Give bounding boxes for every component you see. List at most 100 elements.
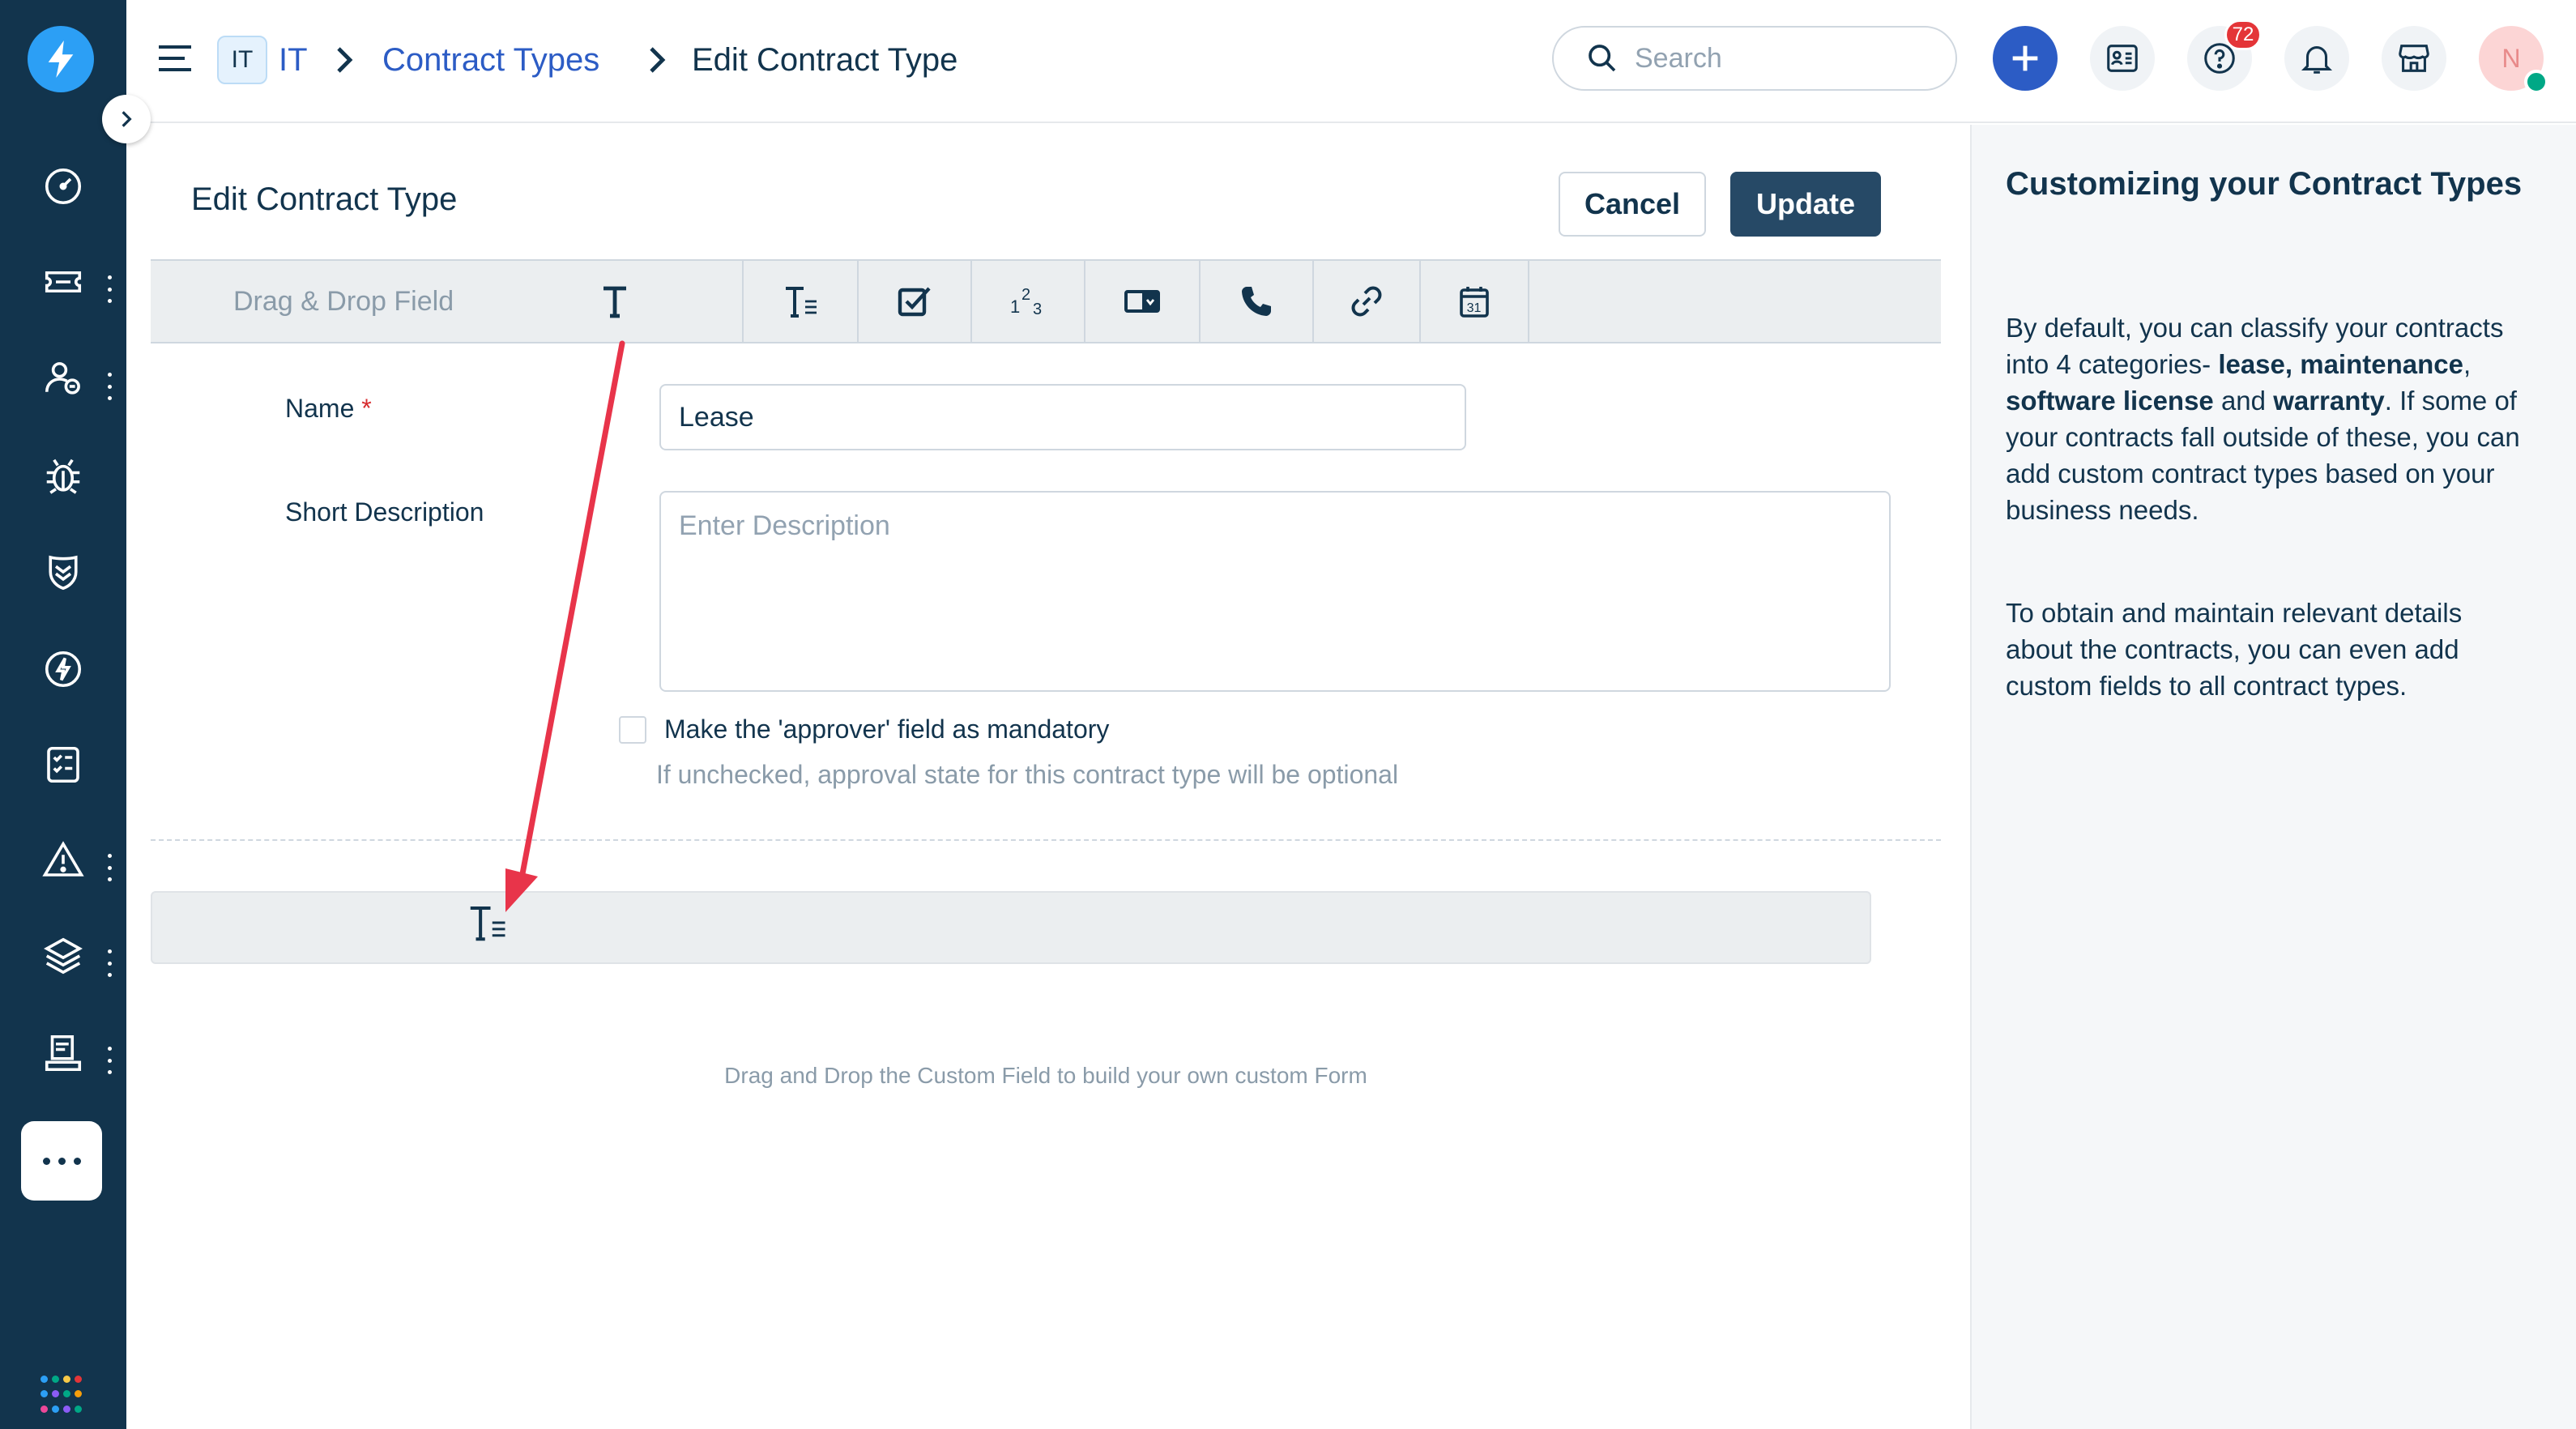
page-title: Edit Contract Type [191,181,458,217]
required-marker: * [361,394,372,423]
help-paragraph-1: By default, you can classify your contra… [2006,309,2532,528]
contact-card-icon [2107,45,2138,72]
approver-hint-text: If unchecked, approval state for this co… [656,760,1399,789]
ticket-icon [45,271,82,293]
svg-text:2: 2 [1021,286,1030,304]
breadcrumb-contract-types[interactable]: Contract Types [382,36,599,84]
chevron-right-icon [122,111,132,127]
bug-icon [46,459,80,494]
nav-tasks[interactable] [0,724,126,805]
checklist-icon [47,746,79,783]
store-icon [2399,45,2429,72]
svg-text:3: 3 [1033,301,1042,318]
help-notification-badge: 72 [2224,19,2262,50]
nav-changes[interactable] [0,531,126,612]
workspace-badge[interactable]: IT [217,36,267,84]
nav-dashboard[interactable] [0,146,126,227]
update-button[interactable]: Update [1730,172,1881,237]
more-apps-button[interactable] [21,1121,102,1201]
calendar-field-icon: 31 [1460,287,1489,318]
app-switcher-icon[interactable] [41,1376,82,1416]
users-icon [45,362,80,395]
help-bold: lease, [2218,349,2293,379]
approver-mandatory-checkbox[interactable] [619,716,646,744]
name-label-text: Name [285,394,355,423]
nav-releases[interactable] [0,629,126,710]
help-bold: warranty [2273,386,2385,416]
sidebar [0,0,151,1429]
dragged-paragraph-field-icon[interactable] [465,901,509,945]
plus-icon [2012,45,2038,71]
svg-text:1: 1 [1010,296,1020,317]
hamburger-menu-icon[interactable] [156,42,194,75]
name-input[interactable]: Lease [659,384,1466,450]
top-header: IT IT Contract Types Edit Contract Type … [126,0,2576,123]
short-description-textarea[interactable]: Enter Description [659,491,1891,692]
text-field-icon [603,286,626,318]
short-description-label: Short Description [285,497,484,527]
checkbox-field-icon [898,287,931,317]
release-bolt-icon [45,651,82,688]
search-icon [1589,45,1616,72]
url-field-item[interactable] [1314,261,1419,342]
online-status-dot [2524,70,2548,94]
paragraph-field-item[interactable] [744,261,857,342]
shield-icon [49,555,78,591]
section-divider [151,839,1941,841]
help-paragraph-2: To obtain and maintain relevant details … [2006,598,2463,701]
breadcrumb-chevron-icon [337,47,353,73]
help-text: and [2213,386,2274,416]
phone-field-item[interactable] [1201,261,1312,342]
drag-drop-label: Drag & Drop Field [233,285,454,317]
phone-field-icon [1242,287,1271,316]
sidebar-expand-button[interactable] [102,95,151,143]
lightning-logo-icon [48,41,74,78]
nav-alerts-more[interactable] [105,854,113,881]
nav-tickets-more[interactable] [105,275,113,303]
date-field-item[interactable]: 31 [1421,261,1528,342]
checkbox-field-item[interactable] [859,261,970,342]
number-field-icon: 1 2 3 [1010,286,1042,318]
svg-text:31: 31 [1467,301,1482,315]
more-dot [58,1157,66,1165]
help-bold: maintenance [2300,349,2463,379]
marketplace-button[interactable] [2382,26,2446,91]
custom-field-toolbar: Drag & Drop Field 1 2 3 31 [151,259,1941,343]
nav-requesters-more[interactable] [105,373,113,400]
dropdown-field-item[interactable] [1085,261,1199,342]
notifications-button[interactable] [2284,26,2349,91]
help-title: Customizing your Contract Types [2006,166,2523,202]
reports-book-icon [45,1034,82,1072]
user-avatar[interactable]: N [2479,26,2548,94]
dropzone-hint: Drag and Drop the Custom Field to build … [724,1063,1367,1088]
dashboard-gauge-icon [45,168,82,205]
custom-field-dropzone[interactable] [151,891,1871,964]
breadcrumb-chevron-icon [650,47,666,73]
global-search[interactable]: Search [1552,26,1957,91]
dropdown-field-icon [1124,290,1160,313]
freshservice-logo[interactable] [28,26,94,92]
breadcrumb-workspace[interactable]: IT [279,36,308,84]
more-dot [42,1157,50,1165]
cancel-button[interactable]: Cancel [1559,172,1706,237]
main-content: Edit Contract Type Cancel Update Drag & … [126,125,1970,1429]
nav-reports-more[interactable] [105,1047,113,1074]
name-label: Name * [285,394,372,424]
help-bold: software license [2006,386,2214,416]
search-placeholder: Search [1635,42,1722,74]
help-text: , [2463,349,2472,379]
text-field-item[interactable] [578,261,651,342]
approver-checkbox-label[interactable]: Make the 'approver' field as mandatory [664,714,1109,744]
nav-assets-more[interactable] [105,949,113,977]
paragraph-field-icon [786,287,817,318]
help-panel: Customizing your Contract Types By defau… [1970,125,2576,1429]
requester-directory-button[interactable] [2090,26,2155,91]
link-field-icon [1351,286,1382,317]
number-field-item[interactable]: 1 2 3 [972,261,1084,342]
nav-problems[interactable] [0,436,126,517]
layers-icon [44,937,83,975]
breadcrumb-current: Edit Contract Type [692,41,958,78]
help-button[interactable]: 72 [2187,19,2262,91]
new-item-button[interactable] [1993,26,2058,91]
avatar-initial: N [2501,43,2521,73]
